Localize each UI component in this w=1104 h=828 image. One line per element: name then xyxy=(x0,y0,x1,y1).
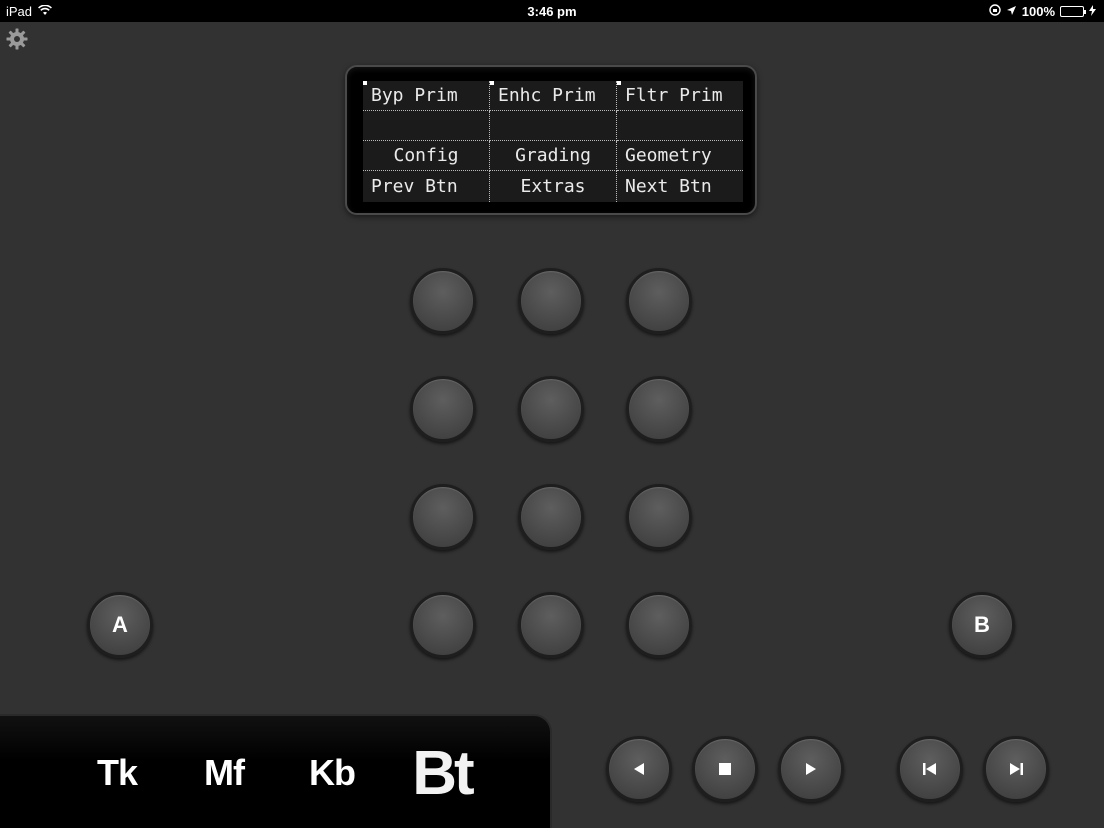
lcd-label: Extras xyxy=(520,176,586,197)
lcd-cell xyxy=(490,111,617,141)
lcd-label: Fltr Prim xyxy=(625,85,723,106)
lcd-cell: Byp Prim xyxy=(363,81,490,111)
a-button[interactable]: A xyxy=(87,592,153,658)
lcd-cell: Enhc Prim xyxy=(490,81,617,111)
status-bar: iPad 3:46 pm 100% xyxy=(0,0,1104,22)
grid-button-12[interactable] xyxy=(626,592,692,658)
b-button[interactable]: B xyxy=(949,592,1015,658)
stop-button[interactable] xyxy=(692,736,758,802)
skip-next-button[interactable] xyxy=(983,736,1049,802)
charging-bolt-icon xyxy=(1089,4,1096,19)
lcd-cell xyxy=(363,111,490,141)
lcd-cell xyxy=(617,111,743,141)
grid-button-2[interactable] xyxy=(518,268,584,334)
play-icon xyxy=(804,756,818,782)
grid-button-3[interactable] xyxy=(626,268,692,334)
grid-button-8[interactable] xyxy=(518,484,584,550)
tab-mf[interactable]: Mf xyxy=(188,716,260,828)
stop-icon xyxy=(718,756,732,782)
lcd-label: Next Btn xyxy=(625,176,712,197)
grid-button-5[interactable] xyxy=(518,376,584,442)
grid-button-11[interactable] xyxy=(518,592,584,658)
battery-percent: 100% xyxy=(1021,4,1055,19)
tab-label: Mf xyxy=(204,752,245,793)
play-button[interactable] xyxy=(778,736,844,802)
lcd-cell: Prev Btn xyxy=(363,171,490,202)
lcd-label: Grading xyxy=(515,145,591,166)
tab-label: Kb xyxy=(309,752,356,793)
lcd-label: Geometry xyxy=(625,145,712,166)
skip-next-icon xyxy=(1008,756,1024,782)
lcd-cell: Fltr Prim xyxy=(617,81,743,111)
lcd-label: Byp Prim xyxy=(371,85,458,106)
tab-kb[interactable]: Kb xyxy=(296,716,368,828)
a-button-label: A xyxy=(112,612,128,637)
grid-button-7[interactable] xyxy=(410,484,476,550)
grid-button-6[interactable] xyxy=(626,376,692,442)
grid-button-4[interactable] xyxy=(410,376,476,442)
grid-button-10[interactable] xyxy=(410,592,476,658)
lcd-cell: Extras xyxy=(490,171,617,202)
tab-tk[interactable]: Tk xyxy=(82,716,152,828)
grid-button-9[interactable] xyxy=(626,484,692,550)
orientation-lock-icon xyxy=(989,4,1001,19)
battery-icon xyxy=(1060,6,1086,17)
lcd-cell: Grading xyxy=(490,141,617,171)
lcd-cell: Next Btn xyxy=(617,171,743,202)
status-time: 3:46 pm xyxy=(527,4,577,19)
gear-icon[interactable] xyxy=(6,28,28,50)
lcd-label: Config xyxy=(393,145,459,166)
lcd-display: Byp Prim Enhc Prim Fltr Prim Config Grad… xyxy=(345,65,757,215)
grid-button-1[interactable] xyxy=(410,268,476,334)
skip-previous-button[interactable] xyxy=(897,736,963,802)
rewind-button[interactable] xyxy=(606,736,672,802)
tab-label: Tk xyxy=(96,752,138,793)
tab-label: Bt xyxy=(412,738,474,808)
mode-tab-bar: Tk Mf Kb Bt xyxy=(0,714,552,828)
location-arrow-icon xyxy=(1006,4,1017,19)
lcd-label: Enhc Prim xyxy=(498,85,596,106)
lcd-cell: Geometry xyxy=(617,141,743,171)
rewind-icon xyxy=(632,756,646,782)
skip-previous-icon xyxy=(922,756,938,782)
b-button-label: B xyxy=(974,612,990,637)
lcd-cell: Config xyxy=(363,141,490,171)
tab-bt[interactable]: Bt xyxy=(396,716,488,828)
lcd-label: Prev Btn xyxy=(371,176,458,197)
lcd-grid: Byp Prim Enhc Prim Fltr Prim Config Grad… xyxy=(363,81,743,202)
